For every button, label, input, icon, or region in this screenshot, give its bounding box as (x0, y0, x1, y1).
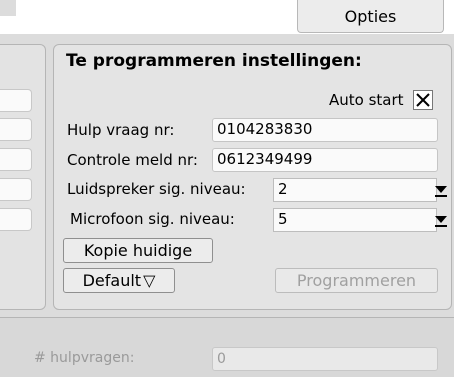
left-field-5[interactable] (0, 208, 32, 231)
control-number-label: Controle meld nr: (67, 151, 198, 169)
auto-start-label: Auto start (329, 91, 404, 109)
help-number-input[interactable]: 0104283830 (212, 118, 438, 142)
help-number-label: Hulp vraag nr: (67, 121, 175, 139)
control-number-input[interactable]: 0612349499 (212, 148, 438, 172)
help-requests-field[interactable]: 0 (212, 347, 438, 371)
default-button-label: Default (82, 271, 142, 290)
left-panel (0, 44, 46, 310)
speaker-level-select[interactable]: 2 (273, 178, 447, 202)
copy-current-button[interactable]: Kopie huidige (63, 238, 213, 263)
left-field-1[interactable] (0, 89, 32, 112)
speaker-level-label: Luidspreker sig. niveau: (67, 180, 246, 198)
mic-level-value: 5 (278, 210, 288, 228)
panel-title: Te programmeren instellingen: (66, 51, 362, 71)
tab-options[interactable]: Opties (297, 0, 444, 33)
left-field-3[interactable] (0, 148, 32, 171)
default-button[interactable]: Default ▽ (63, 268, 175, 293)
left-field-4[interactable] (0, 178, 32, 201)
window-corner (0, 0, 16, 16)
program-button[interactable]: Programmeren (275, 268, 438, 293)
help-requests-label: # hulpvragen: (34, 350, 135, 366)
triangle-down-icon: ▽ (143, 271, 156, 290)
mic-level-select[interactable]: 5 (273, 208, 447, 232)
left-field-2[interactable] (0, 118, 32, 141)
checkbox-check-icon (416, 93, 430, 107)
speaker-level-value: 2 (278, 180, 288, 198)
auto-start-checkbox[interactable] (413, 90, 433, 110)
mic-level-label: Microfoon sig. niveau: (70, 210, 235, 228)
